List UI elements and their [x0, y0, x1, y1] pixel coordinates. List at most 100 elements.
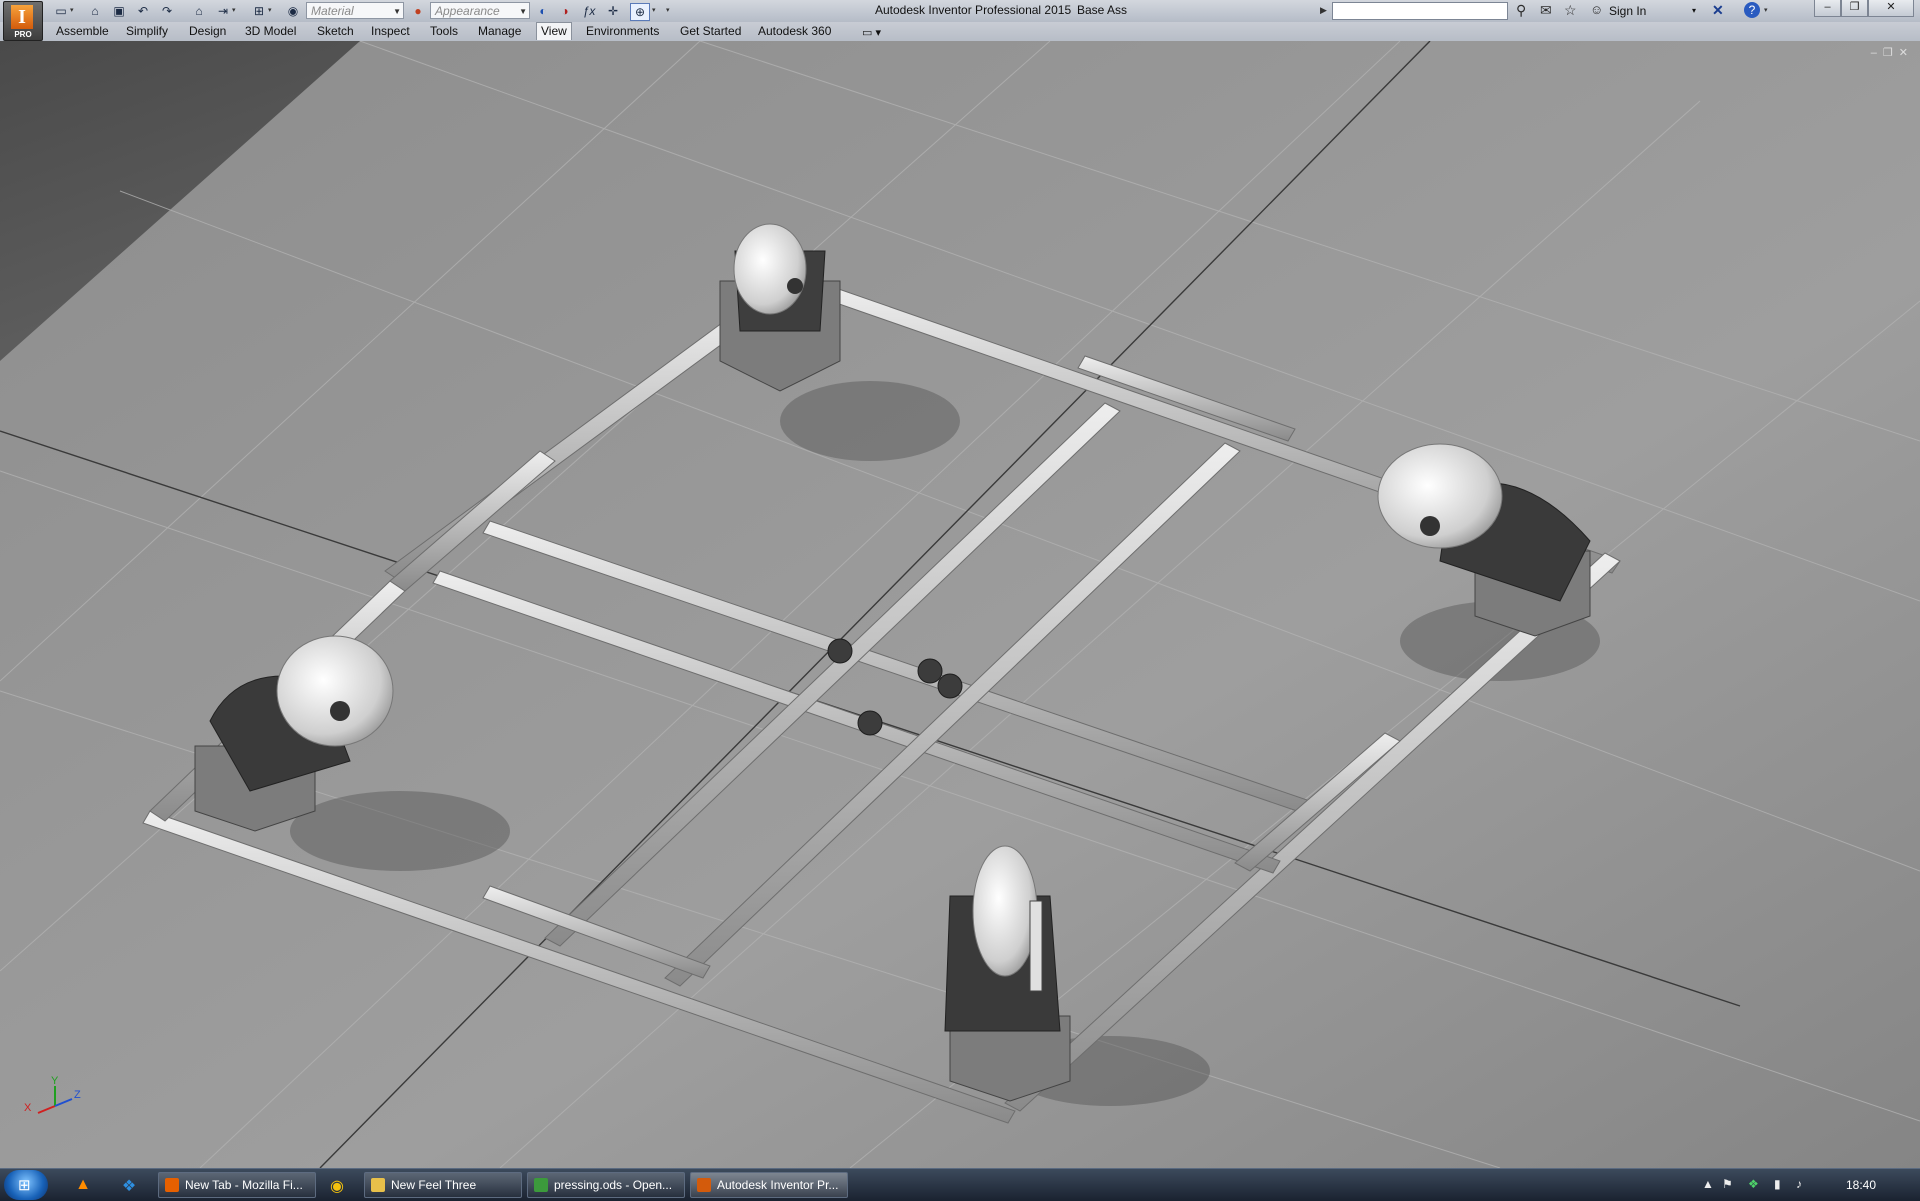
parameters-fx-icon[interactable]: ƒx — [580, 3, 598, 19]
tab-sketch[interactable]: Sketch — [313, 23, 358, 40]
new-file-icon[interactable]: ▭ — [52, 3, 70, 19]
inventor-icon — [697, 1178, 711, 1192]
help-search-input[interactable] — [1332, 2, 1508, 20]
material-icon[interactable]: ◉ — [284, 3, 302, 19]
appearance-ball-icon: ● — [414, 4, 422, 18]
vlc-icon[interactable]: ▲ — [72, 1176, 94, 1196]
favorites-star-icon[interactable]: ☆ — [1564, 2, 1577, 19]
select-mode-icon[interactable]: ⊞ — [250, 3, 268, 19]
exchange-apps-icon[interactable]: ✕ — [1712, 2, 1724, 19]
tray-expand-icon[interactable]: ▲ — [1702, 1177, 1714, 1191]
zoom-all-icon[interactable]: ⊕ — [630, 3, 650, 21]
close-button[interactable]: ✕ — [1868, 0, 1914, 17]
doc-minimize-icon[interactable]: – — [1871, 47, 1883, 59]
quick-access-customize-icon[interactable]: ▾ — [666, 6, 670, 14]
ribbon-tab-bar: Assemble Simplify Design 3D Model Sketch… — [0, 22, 1920, 42]
tab-environments[interactable]: Environments — [582, 23, 663, 40]
tab-assemble[interactable]: Assemble — [52, 23, 113, 40]
assembly-canvas: X Y Z — [0, 41, 1920, 1168]
graphics-viewport[interactable]: X Y Z –❐✕ — [0, 41, 1920, 1168]
chrome-icon[interactable]: ◉ — [326, 1176, 348, 1196]
open-folder-icon[interactable]: ⌂ — [86, 3, 104, 19]
taskbar-item-label: New Feel Three — [391, 1178, 477, 1192]
appearance-combo-text: Appearance — [435, 4, 500, 18]
title-bar: I PRO ▭ ▾ ⌂ ▣ ↶ ↷ ⌂ ⇥ ▾ ⊞ ▾ ◉ Material ▼… — [0, 0, 1920, 41]
zoom-dropdown-icon[interactable]: ▾ — [652, 6, 656, 14]
communication-center-icon[interactable]: ✉ — [1540, 2, 1552, 19]
help-dropdown-icon[interactable]: ▾ — [1764, 6, 1768, 14]
restore-icon: ❐ — [1849, 1, 1860, 13]
measure-icon[interactable]: ✛ — [604, 3, 622, 19]
restore-button[interactable]: ❐ — [1841, 0, 1868, 17]
chevron-down-icon: ▼ — [393, 7, 401, 16]
chevron-down-icon: ▼ — [519, 7, 527, 16]
ribbon-display-toggle-icon[interactable]: ▭ ▾ — [862, 26, 881, 39]
redo-icon[interactable]: ↷ — [158, 3, 176, 19]
minimize-button[interactable]: – — [1814, 0, 1841, 17]
taskbar-item-label: New Tab - Mozilla Fi... — [185, 1178, 303, 1192]
taskbar-item-firefox[interactable]: New Tab - Mozilla Fi... — [158, 1172, 316, 1198]
tray-app-icon[interactable]: ❖ — [1748, 1177, 1759, 1191]
close-icon: ✕ — [1886, 1, 1896, 13]
start-button[interactable]: ⊞ — [4, 1170, 48, 1200]
appearance-combo[interactable]: Appearance ▼ — [430, 2, 530, 19]
triad-y-label: Y — [51, 1075, 59, 1087]
folder-icon — [371, 1178, 385, 1192]
taskbar-item-label: pressing.ods - Open... — [554, 1178, 673, 1192]
tab-autodesk-360[interactable]: Autodesk 360 — [754, 23, 835, 40]
system-clock[interactable]: 18:40 — [1846, 1178, 1876, 1192]
search-expand-icon[interactable]: ▶ — [1320, 5, 1327, 16]
windows-logo-icon: ⊞ — [18, 1177, 31, 1194]
triad-z-label: Z — [74, 1089, 81, 1101]
select-dropdown-icon[interactable]: ▾ — [268, 6, 272, 14]
return-dropdown-icon[interactable]: ▾ — [232, 6, 236, 14]
help-button[interactable]: ? — [1744, 2, 1760, 18]
windows-taskbar: ⊞ ▲ ❖ New Tab - Mozilla Fi... ◉ New Feel… — [0, 1168, 1920, 1201]
binoculars-search-icon[interactable]: ⚲ — [1516, 2, 1526, 19]
sign-in-button[interactable]: Sign In — [1609, 4, 1646, 18]
volume-icon[interactable]: ♪ — [1796, 1177, 1802, 1191]
return-icon[interactable]: ⇥ — [214, 3, 232, 19]
tab-3d-model[interactable]: 3D Model — [241, 23, 300, 40]
triad-x-label: X — [24, 1102, 32, 1114]
tab-simplify[interactable]: Simplify — [122, 23, 172, 40]
tab-tools[interactable]: Tools — [426, 23, 462, 40]
document-name: Base Ass — [1077, 3, 1128, 17]
taskbar-item-label: Autodesk Inventor Pr... — [717, 1178, 839, 1192]
pro-badge: PRO — [14, 30, 32, 39]
taskbar-item-folder[interactable]: New Feel Three — [364, 1172, 522, 1198]
document-window-controls: –❐✕ — [1871, 46, 1914, 59]
home-view-icon[interactable]: ⌂ — [190, 3, 208, 19]
doc-restore-icon[interactable]: ❐ — [1883, 47, 1899, 59]
material-combo-text: Material — [311, 4, 354, 18]
spreadsheet-icon — [534, 1178, 548, 1192]
taskbar-item-spreadsheet[interactable]: pressing.ods - Open... — [527, 1172, 685, 1198]
tab-inspect[interactable]: Inspect — [367, 23, 414, 40]
application-menu-button[interactable]: I PRO — [3, 1, 43, 41]
minimize-icon: – — [1824, 1, 1831, 13]
inventor-logo-icon: I — [11, 5, 33, 29]
material-combo[interactable]: Material ▼ — [306, 2, 404, 19]
user-icon: ☺ — [1590, 2, 1604, 17]
coupler-3 — [937, 673, 963, 699]
tab-manage[interactable]: Manage — [474, 23, 525, 40]
action-center-flag-icon[interactable]: ⚑ — [1722, 1177, 1733, 1191]
coupler-4 — [857, 710, 883, 736]
dropbox-icon[interactable]: ❖ — [118, 1176, 140, 1196]
tab-view[interactable]: View — [536, 22, 572, 40]
firefox-icon — [165, 1178, 179, 1192]
coupler-2 — [917, 658, 943, 684]
chevron-down-icon[interactable]: ▾ — [1692, 6, 1696, 15]
save-icon[interactable]: ▣ — [110, 3, 128, 19]
clear-appearance-icon[interactable]: ◑ — [556, 3, 574, 19]
network-icon[interactable]: ▮ — [1774, 1177, 1781, 1191]
new-file-dropdown-icon[interactable]: ▾ — [70, 6, 74, 14]
coupler-1 — [827, 638, 853, 664]
tab-get-started[interactable]: Get Started — [676, 23, 745, 40]
undo-icon[interactable]: ↶ — [134, 3, 152, 19]
window-title: Autodesk Inventor Professional 2015 — [875, 3, 1072, 17]
taskbar-item-inventor[interactable]: Autodesk Inventor Pr... — [690, 1172, 848, 1198]
tab-design[interactable]: Design — [185, 23, 230, 40]
doc-close-icon[interactable]: ✕ — [1899, 47, 1914, 59]
adjust-appearance-icon[interactable]: ◐ — [534, 3, 552, 19]
